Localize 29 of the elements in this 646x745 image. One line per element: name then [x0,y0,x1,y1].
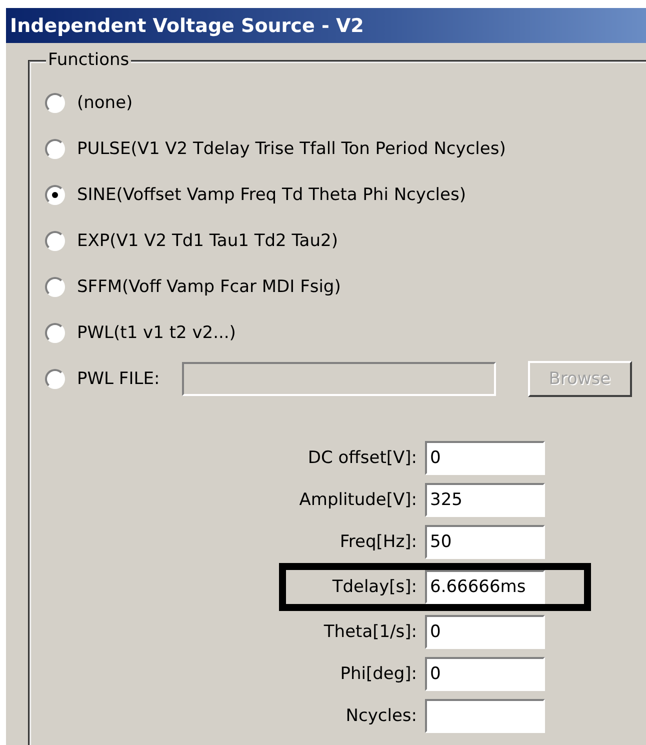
radio-button[interactable] [45,277,65,297]
parameter-field[interactable]: 0 [425,657,545,691]
option-label: SFFM(Voff Vamp Fcar MDI Fsig) [77,277,341,297]
window-title: Independent Voltage Source - V2 [10,14,364,36]
radio-button[interactable] [45,185,65,205]
parameter-label: Theta[1/s]: [324,622,417,642]
parameter-field[interactable]: 6.66666ms [425,570,545,604]
parameter-label: Ncycles: [346,706,417,726]
radio-button[interactable] [45,139,65,159]
option-label: PWL FILE: [77,369,160,389]
option-label: PULSE(V1 V2 Tdelay Trise Tfall Ton Period Ncycles) [77,139,506,159]
radio-button[interactable] [45,323,65,343]
option-label: PWL(t1 v1 t2 v2...) [77,323,236,343]
parameter-label: Freq[Hz]: [340,532,417,552]
radio-button[interactable] [45,93,65,113]
parameter-label: Amplitude[V]: [299,490,417,510]
parameter-field[interactable]: 325 [425,483,545,517]
parameter-label: Tdelay[s]: [332,577,417,597]
parameter-field[interactable]: 0 [425,615,545,649]
parameter-field[interactable]: 0 [425,441,545,475]
radio-button[interactable] [45,231,65,251]
option-label: (none) [77,93,133,113]
option-label: EXP(V1 V2 Td1 Tau1 Td2 Tau2) [77,231,338,251]
parameter-label: Phi[deg]: [340,664,417,684]
radio-button[interactable] [45,369,65,389]
option-label: SINE(Voffset Vamp Freq Td Theta Phi Ncycles) [77,185,466,205]
parameter-field[interactable]: 50 [425,525,545,559]
parameter-label: DC offset[V]: [308,448,417,468]
parameter-field[interactable] [425,699,545,733]
